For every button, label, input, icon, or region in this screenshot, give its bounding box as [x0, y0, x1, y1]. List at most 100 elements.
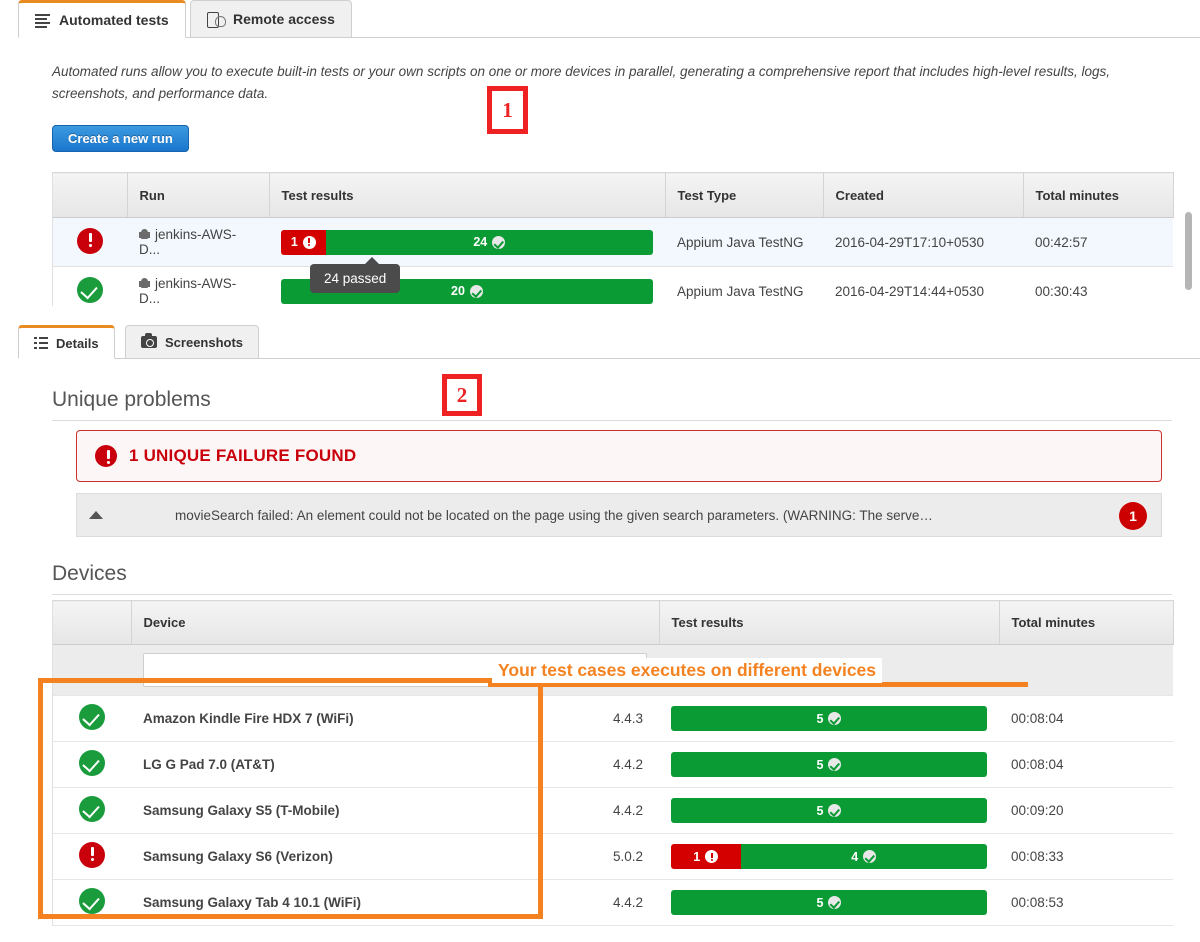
table-row[interactable]: Samsung Galaxy S5 (T-Mobile) 4.4.2 5 00:… — [53, 787, 1174, 834]
tab-screenshots-wrap: Screenshots — [125, 325, 260, 359]
success-status-icon — [79, 796, 105, 822]
check-icon — [828, 712, 842, 725]
device-results-cell: 5 — [659, 741, 1000, 788]
results-bar[interactable]: 5 — [671, 706, 988, 731]
page-root: Automated tests Remote access Automated … — [0, 0, 1200, 942]
annotation-marker-2: 2 — [442, 374, 482, 416]
device-os-cell: 4.4.2 — [601, 879, 660, 926]
results-tooltip: 24 passed — [310, 257, 401, 293]
table-row[interactable]: Samsung Galaxy S6 (Verizon) 5.0.2 1 4 00 — [53, 833, 1174, 880]
success-status-icon — [79, 704, 105, 730]
device-name-cell: Samsung Galaxy S6 (Verizon) — [131, 833, 601, 880]
run-name-cell[interactable]: jenkins-AWS-D... — [127, 266, 269, 306]
device-total-minutes-cell: 00:09:20 — [999, 787, 1174, 834]
create-a-new-run-button[interactable]: Create a new run — [52, 125, 189, 152]
list-lines-icon — [35, 13, 50, 28]
runs-table-scrollbar[interactable] — [1185, 212, 1192, 290]
device-total-minutes-cell: 00:08:53 — [999, 879, 1174, 926]
table-row[interactable]: jenkins-AWS-D... 20 Appium Java TestNG 2… — [53, 266, 1173, 306]
success-status-icon — [77, 276, 103, 303]
run-status-cell — [53, 266, 127, 306]
bang-icon — [705, 850, 719, 863]
device-status-cell — [53, 879, 131, 926]
tab-details[interactable]: Details — [18, 325, 115, 359]
failure-detail-row[interactable]: movieSearch failed: An element could not… — [76, 493, 1162, 537]
results-bar[interactable]: 1 4 — [671, 844, 987, 869]
tab-screenshots[interactable]: Screenshots — [125, 325, 260, 359]
device-total-minutes-cell: 00:08:04 — [999, 695, 1174, 742]
runs-table: Run Test results Test Type Created Total… — [53, 172, 1174, 306]
filter-cell-minutes — [999, 644, 1174, 696]
table-row[interactable]: jenkins-AWS-D... 1 24 Appium Java TestNG… — [53, 217, 1173, 267]
run-total-minutes-cell: 00:42:57 — [1023, 217, 1173, 267]
run-results-cell: 1 24 — [269, 217, 665, 267]
devices-heading: Devices — [52, 562, 127, 585]
device-results-cell: 1 4 — [659, 833, 1000, 880]
device-status-cell — [53, 787, 131, 834]
error-status-icon — [77, 227, 103, 254]
tab-remote-access[interactable]: Remote access — [190, 0, 352, 38]
run-created-cell: 2016-04-29T14:44+0530 — [823, 266, 1023, 306]
passed-count: 5 — [816, 757, 824, 772]
results-bar[interactable]: 5 — [671, 752, 988, 777]
devices-col-total-minutes: Total minutes — [999, 600, 1174, 645]
results-bar-failed[interactable]: 1 — [281, 229, 326, 255]
success-status-icon — [79, 888, 105, 914]
device-os-cell: 4.4.2 — [601, 787, 660, 834]
annotation-note-devices: Your test cases executes on different de… — [492, 658, 883, 683]
intro-description: Automated runs allow you to execute buil… — [52, 64, 1111, 101]
device-status-cell — [53, 833, 131, 880]
devices-col-test-results: Test results — [659, 600, 1000, 645]
runs-col-test-results: Test results — [269, 172, 666, 218]
devices-col-status — [53, 600, 132, 645]
runs-col-status — [53, 172, 128, 218]
chevron-up-icon[interactable] — [89, 511, 103, 519]
results-bar[interactable]: 5 — [671, 890, 988, 915]
results-bar-passed[interactable]: 5 — [671, 752, 988, 777]
results-bar-passed[interactable]: 5 — [671, 706, 988, 731]
unique-problems-rule — [52, 420, 1172, 421]
unique-failure-alert: 1 UNIQUE FAILURE FOUND — [76, 430, 1162, 482]
runs-col-total-minutes: Total minutes — [1023, 172, 1174, 218]
camera-icon — [141, 333, 157, 348]
results-bar-failed[interactable]: 1 — [671, 844, 741, 869]
run-status-cell — [53, 217, 127, 267]
passed-count: 5 — [816, 711, 824, 726]
table-row[interactable]: Samsung Galaxy Tab 4 10.1 (WiFi) 4.4.2 5… — [53, 879, 1174, 926]
check-icon — [469, 284, 483, 298]
runs-col-test-type: Test Type — [665, 172, 824, 218]
check-icon — [828, 804, 842, 817]
filter-cell-status — [53, 644, 131, 696]
results-bar[interactable]: 5 — [671, 798, 988, 823]
tab-details-label: Details — [56, 335, 99, 351]
results-bar-passed[interactable]: 4 — [740, 844, 987, 869]
results-bar[interactable]: 1 24 — [281, 229, 653, 255]
device-name-cell: Samsung Galaxy Tab 4 10.1 (WiFi) — [131, 879, 601, 926]
annotation-marker-1: 1 — [487, 86, 528, 134]
table-row[interactable]: Amazon Kindle Fire HDX 7 (WiFi) 4.4.3 5 … — [53, 695, 1174, 742]
device-results-cell: 5 — [659, 787, 1000, 834]
tab-automated-tests-label: Automated tests — [59, 12, 169, 28]
run-name-cell[interactable]: jenkins-AWS-D... — [127, 217, 269, 267]
passed-count: 20 — [451, 284, 465, 298]
results-bar-passed[interactable]: 24 — [325, 229, 653, 255]
runs-col-run: Run — [127, 172, 270, 218]
failure-count-badge: 1 — [1119, 502, 1147, 530]
device-status-cell — [53, 695, 131, 742]
results-bar-passed[interactable]: 5 — [671, 890, 988, 915]
check-icon — [828, 896, 842, 909]
tab-details-wrap: Details — [18, 325, 115, 359]
run-total-minutes-cell: 00:30:43 — [1023, 266, 1173, 306]
device-name-cell: LG G Pad 7.0 (AT&T) — [131, 741, 601, 788]
failed-count: 1 — [693, 849, 701, 864]
tab-screenshots-label: Screenshots — [165, 334, 244, 350]
run-test-type-cell: Appium Java TestNG — [665, 266, 823, 306]
failed-count: 1 — [290, 235, 298, 249]
device-os-cell: 4.4.3 — [601, 695, 660, 742]
tab-automated-tests[interactable]: Automated tests — [18, 0, 186, 38]
tab-remote-access-label: Remote access — [233, 11, 335, 27]
table-row[interactable]: LG G Pad 7.0 (AT&T) 4.4.2 5 00:08:04 — [53, 741, 1174, 788]
phone-hand-icon — [207, 12, 226, 28]
results-bar-passed[interactable]: 5 — [671, 798, 988, 823]
device-os-cell: 4.4.2 — [601, 741, 660, 788]
